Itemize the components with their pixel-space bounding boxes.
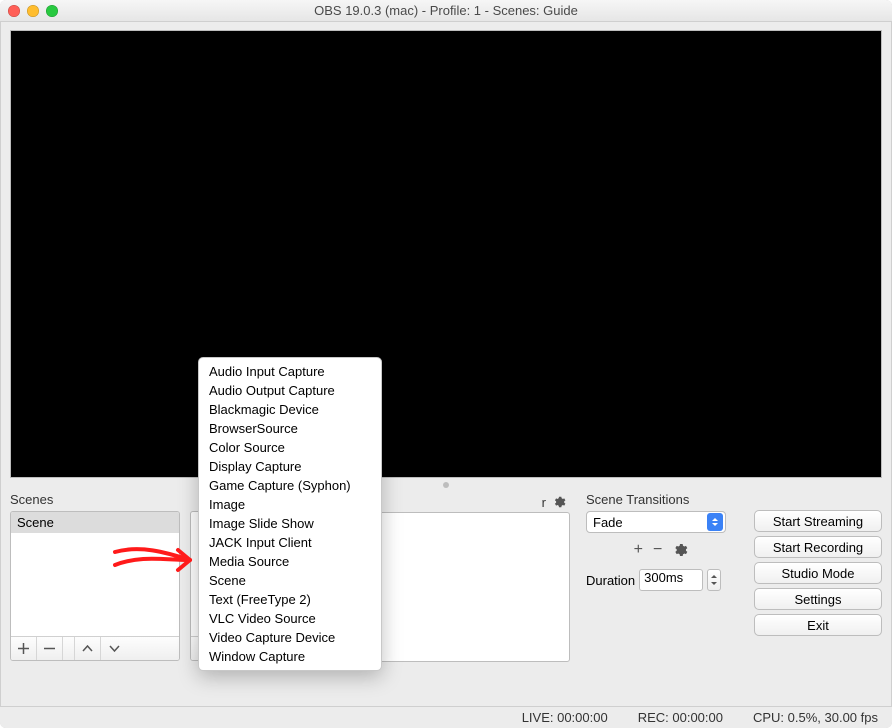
menu-item-game-capture-syphon[interactable]: Game Capture (Syphon) (199, 476, 381, 495)
menu-item-browsersource[interactable]: BrowserSource (199, 419, 381, 438)
chevron-up-icon (81, 642, 94, 655)
settings-button[interactable]: Settings (754, 588, 882, 610)
status-cpu: CPU: 0.5%, 30.00 fps (753, 710, 878, 725)
duration-label: Duration (586, 573, 635, 588)
menu-item-image[interactable]: Image (199, 495, 381, 514)
status-bar: LIVE: 00:00:00 REC: 00:00:00 CPU: 0.5%, … (0, 706, 892, 728)
duration-input[interactable]: 300ms (639, 569, 703, 591)
maximize-icon[interactable] (46, 5, 58, 17)
start-streaming-button[interactable]: Start Streaming (754, 510, 882, 532)
minimize-icon[interactable] (27, 5, 39, 17)
menu-item-jack-input-client[interactable]: JACK Input Client (199, 533, 381, 552)
menu-item-blackmagic-device[interactable]: Blackmagic Device (199, 400, 381, 419)
scenes-panel: Scenes Scene (10, 492, 180, 661)
duration-row: Duration 300ms (586, 569, 736, 591)
scene-item[interactable]: Scene (11, 512, 179, 533)
gear-icon[interactable] (552, 495, 566, 509)
transitions-label: Scene Transitions (586, 492, 736, 507)
lower-panels: Scenes Scene (0, 492, 892, 706)
plus-icon (17, 642, 30, 655)
menu-item-image-slide-show[interactable]: Image Slide Show (199, 514, 381, 533)
window-title: OBS 19.0.3 (mac) - Profile: 1 - Scenes: … (314, 3, 578, 18)
add-transition-button[interactable]: + (634, 541, 643, 559)
close-icon[interactable] (8, 5, 20, 17)
minus-icon (43, 642, 56, 655)
transition-select[interactable]: Fade (586, 511, 726, 533)
scenes-toolbar (11, 636, 179, 660)
app-window: OBS 19.0.3 (mac) - Profile: 1 - Scenes: … (0, 0, 892, 728)
scenes-list[interactable]: Scene (10, 511, 180, 661)
menu-item-video-capture-device[interactable]: Video Capture Device (199, 628, 381, 647)
mixer-label-suffix: r (542, 495, 546, 510)
menu-item-vlc-video-source[interactable]: VLC Video Source (199, 609, 381, 628)
status-live: LIVE: 00:00:00 (522, 710, 608, 725)
remove-scene-button[interactable] (37, 637, 63, 661)
transition-select-value: Fade (593, 515, 623, 530)
remove-transition-button[interactable]: − (653, 541, 662, 559)
menu-item-text-freetype-2[interactable]: Text (FreeType 2) (199, 590, 381, 609)
gear-icon[interactable] (672, 542, 688, 558)
transition-buttons: + − (586, 541, 736, 559)
menu-item-audio-output-capture[interactable]: Audio Output Capture (199, 381, 381, 400)
add-scene-button[interactable] (11, 637, 37, 661)
preview-area (0, 22, 892, 492)
window-controls (8, 5, 58, 17)
menu-item-media-source[interactable]: Media Source (199, 552, 381, 571)
toolbar-divider (63, 637, 75, 661)
menu-item-window-capture[interactable]: Window Capture (199, 647, 381, 666)
exit-button[interactable]: Exit (754, 614, 882, 636)
menu-item-scene[interactable]: Scene (199, 571, 381, 590)
mixer-list[interactable] (370, 512, 570, 662)
status-rec: REC: 00:00:00 (638, 710, 723, 725)
titlebar[interactable]: OBS 19.0.3 (mac) - Profile: 1 - Scenes: … (0, 0, 892, 22)
select-arrows-icon (707, 513, 723, 531)
scene-down-button[interactable] (101, 637, 127, 661)
add-source-menu[interactable]: Audio Input Capture Audio Output Capture… (198, 357, 382, 671)
scenes-label: Scenes (10, 492, 180, 507)
duration-stepper[interactable] (707, 569, 721, 591)
menu-item-display-capture[interactable]: Display Capture (199, 457, 381, 476)
mixer-panel: r (370, 492, 570, 662)
preview-canvas[interactable] (10, 30, 882, 478)
preview-indicator (443, 482, 449, 488)
scene-up-button[interactable] (75, 637, 101, 661)
transitions-panel: Scene Transitions Fade + − Duration 300m… (586, 492, 736, 591)
menu-item-audio-input-capture[interactable]: Audio Input Capture (199, 362, 381, 381)
start-recording-button[interactable]: Start Recording (754, 536, 882, 558)
menu-item-color-source[interactable]: Color Source (199, 438, 381, 457)
chevron-down-icon (108, 642, 121, 655)
control-buttons: Start Streaming Start Recording Studio M… (754, 510, 882, 636)
studio-mode-button[interactable]: Studio Mode (754, 562, 882, 584)
